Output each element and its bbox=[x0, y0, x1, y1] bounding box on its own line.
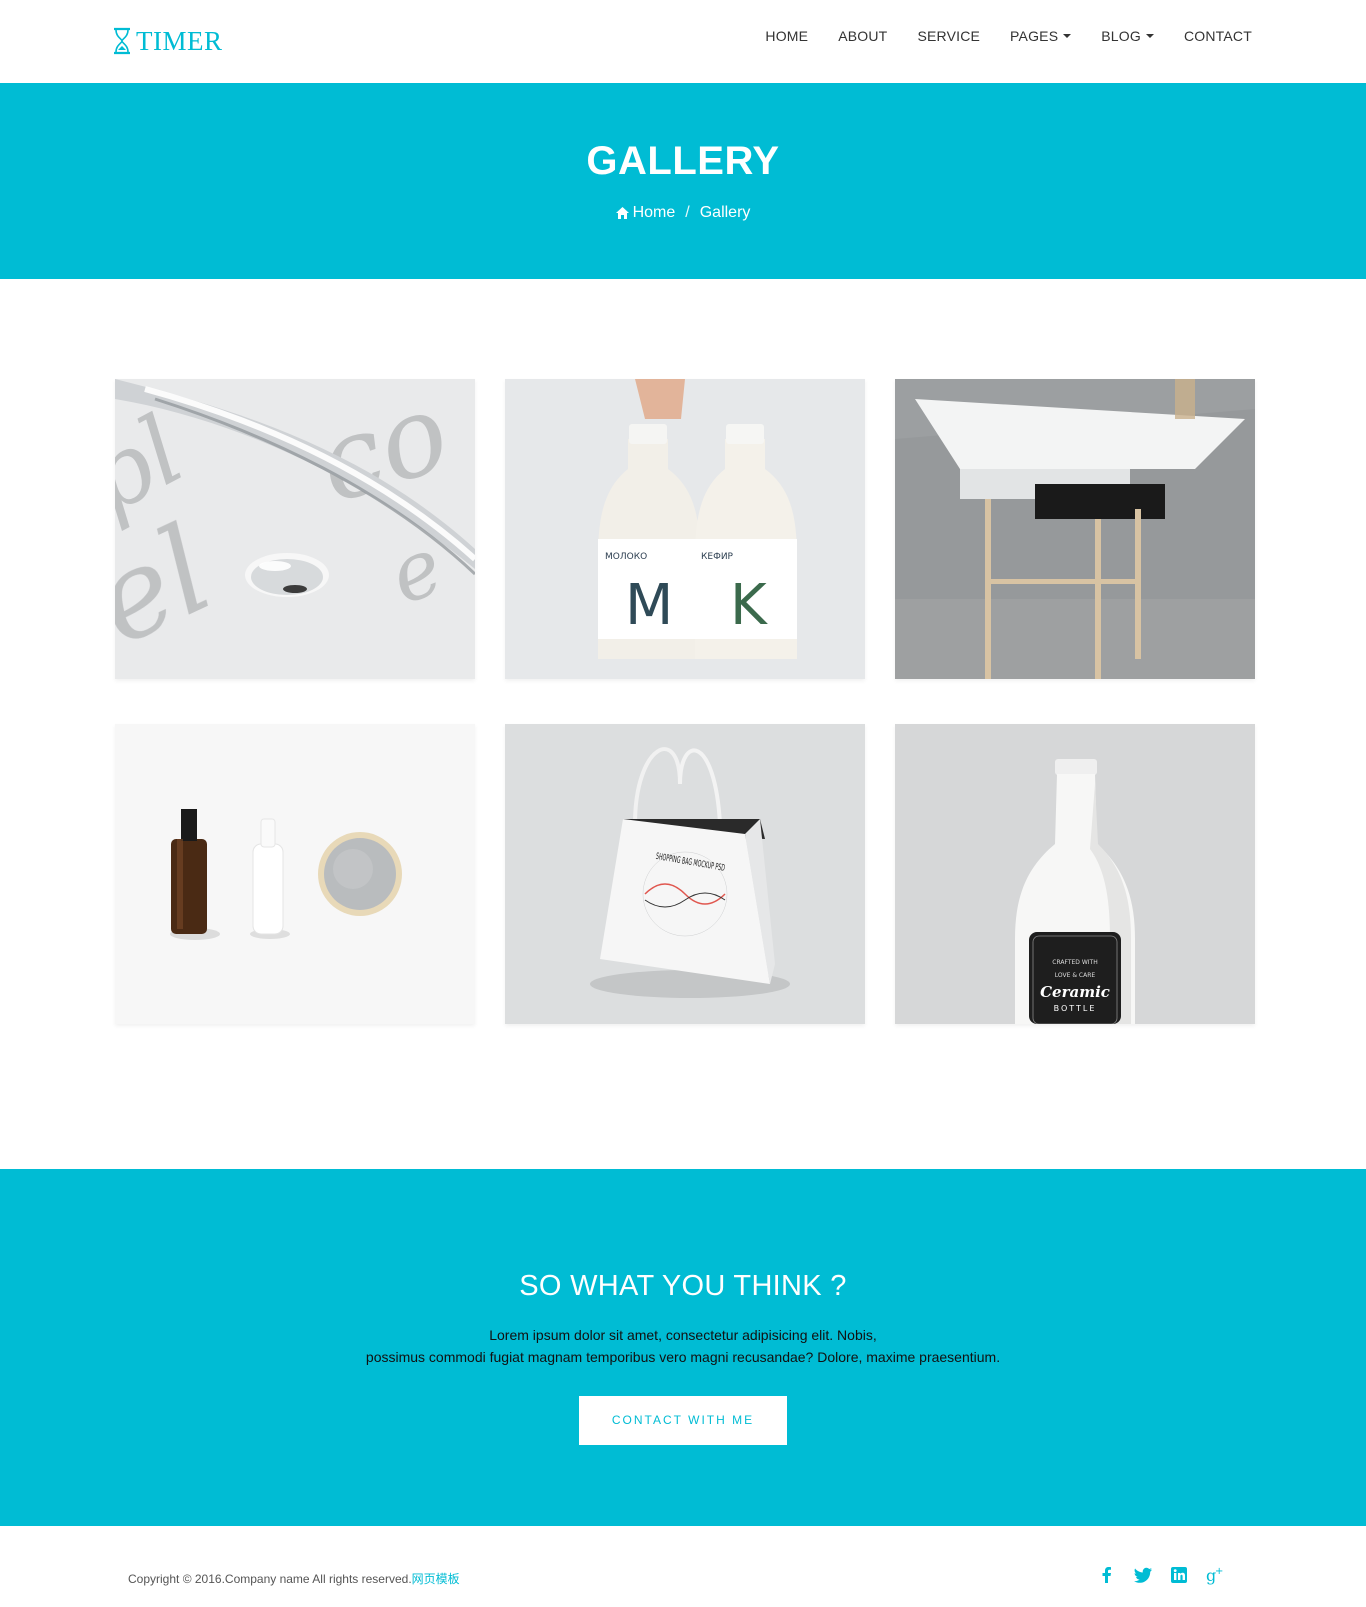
template-link[interactable]: 网页模板 bbox=[412, 1572, 460, 1586]
cta-title: SO WHAT YOU THINK ? bbox=[519, 1270, 847, 1302]
kefir-label-text: КЕФИР bbox=[701, 552, 734, 562]
gallery-item-cosmetics[interactable] bbox=[115, 724, 475, 1024]
facebook-icon bbox=[1102, 1567, 1111, 1583]
twitter-link[interactable] bbox=[1132, 1564, 1154, 1586]
typography-waterdrop-image: el co pl e bbox=[115, 379, 475, 679]
nav-home[interactable]: HOME bbox=[765, 28, 808, 44]
gallery-item-typography[interactable]: el co pl e bbox=[115, 379, 475, 679]
page-banner: GALLERY Home / Gallery bbox=[0, 83, 1366, 279]
copyright: Copyright © 2016.Company name All rights… bbox=[128, 1570, 460, 1587]
nav-service[interactable]: SERVICE bbox=[917, 28, 980, 44]
caret-down-icon bbox=[1063, 34, 1072, 38]
gallery-grid: el co pl e МОЛОКО M КЕФИР K SHOPPING BAG… bbox=[115, 379, 1256, 1024]
ceramic-bottle-image: CRAFTED WITH LOVE & CARE Ceramic BOTTLE bbox=[895, 724, 1255, 1024]
copyright-text: Copyright © 2016.Company name All rights… bbox=[128, 1572, 412, 1586]
bottle-label-crafted: CRAFTED WITH bbox=[1052, 959, 1097, 966]
nav-pages[interactable]: PAGES bbox=[1010, 28, 1072, 44]
caret-down-icon bbox=[1145, 34, 1154, 38]
hourglass-icon bbox=[114, 27, 130, 55]
cta-text: Lorem ipsum dolor sit amet, consectetur … bbox=[0, 1324, 1366, 1368]
contact-button[interactable]: CONTACT WITH ME bbox=[579, 1396, 787, 1445]
facebook-link[interactable] bbox=[1096, 1564, 1118, 1586]
bottle-label-bottle: BOTTLE bbox=[1054, 1004, 1097, 1013]
main-nav: HOME ABOUT SERVICE PAGES BLOG CONTACT bbox=[765, 28, 1252, 44]
linkedin-link[interactable] bbox=[1168, 1564, 1190, 1586]
gallery-item-ceramic-bottle[interactable]: CRAFTED WITH LOVE & CARE Ceramic BOTTLE bbox=[895, 724, 1255, 1024]
svg-text:K: K bbox=[730, 573, 768, 638]
cosmetics-image bbox=[115, 724, 475, 1024]
cta-text-line-2: possimus commodi fugiat magnam temporibu… bbox=[365, 1349, 1001, 1365]
nav-about-label: ABOUT bbox=[838, 28, 888, 44]
breadcrumb-home-link[interactable]: Home bbox=[633, 204, 676, 222]
nav-blog-label: BLOG bbox=[1101, 28, 1141, 44]
linkedin-icon bbox=[1171, 1567, 1187, 1583]
gallery-item-shopping-bag[interactable]: SHOPPING BAG MOCKUP PSD bbox=[505, 724, 865, 1024]
site-header: TIMER HOME ABOUT SERVICE PAGES BLOG CONT… bbox=[0, 0, 1366, 83]
page-title: GALLERY bbox=[586, 139, 780, 183]
white-desk-image bbox=[895, 379, 1255, 679]
svg-text:M: M bbox=[625, 573, 673, 638]
nav-blog[interactable]: BLOG bbox=[1101, 28, 1154, 44]
nav-home-label: HOME bbox=[765, 28, 809, 44]
gallery-item-desk[interactable] bbox=[895, 379, 1255, 679]
nav-contact[interactable]: CONTACT bbox=[1184, 28, 1252, 44]
google-plus-icon: g + bbox=[1206, 1566, 1223, 1585]
bottle-label-love: LOVE & CARE bbox=[1055, 972, 1096, 979]
bottle-label-ceramic: Ceramic bbox=[1040, 983, 1110, 1001]
gallery-item-milk-bottles[interactable]: МОЛОКО M КЕФИР K bbox=[505, 379, 865, 679]
breadcrumb-current: Gallery bbox=[699, 204, 751, 221]
breadcrumb: Home / Gallery bbox=[0, 204, 1366, 222]
shopping-bag-image: SHOPPING BAG MOCKUP PSD bbox=[505, 724, 865, 1024]
logo-text: TIMER bbox=[136, 26, 223, 56]
google-plus-link[interactable]: g + bbox=[1204, 1564, 1226, 1586]
cta-section: SO WHAT YOU THINK ? Lorem ipsum dolor si… bbox=[0, 1169, 1366, 1526]
twitter-icon bbox=[1133, 1567, 1152, 1583]
nav-about[interactable]: ABOUT bbox=[838, 28, 887, 44]
nav-contact-label: CONTACT bbox=[1183, 28, 1252, 44]
social-links: g + bbox=[1082, 1564, 1226, 1586]
site-footer: Copyright © 2016.Company name All rights… bbox=[0, 1526, 1366, 1607]
milk-label-text: МОЛОКО bbox=[605, 552, 647, 562]
nav-service-label: SERVICE bbox=[917, 28, 981, 44]
milk-bottles-image: МОЛОКО M КЕФИР K bbox=[505, 379, 865, 679]
nav-pages-label: PAGES bbox=[1010, 28, 1059, 44]
svg-text:+: + bbox=[1215, 1566, 1223, 1577]
logo[interactable]: TIMER bbox=[112, 26, 223, 56]
cta-text-line-1: Lorem ipsum dolor sit amet, consectetur … bbox=[489, 1327, 877, 1343]
home-icon bbox=[615, 207, 629, 219]
breadcrumb-separator: / bbox=[685, 204, 690, 221]
